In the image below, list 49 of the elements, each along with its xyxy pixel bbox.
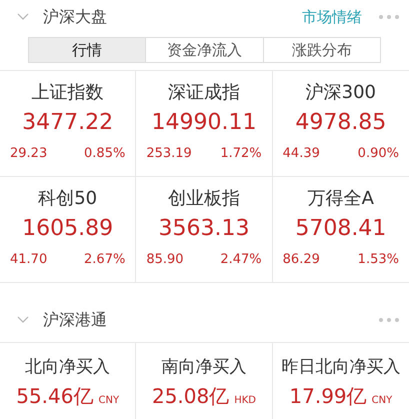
- currency-label: HKD: [234, 394, 256, 408]
- change-percent: 2.67%: [84, 251, 126, 269]
- chevron-icon[interactable]: [17, 316, 29, 324]
- index-name: 科创50: [38, 187, 98, 211]
- index-name: 创业板指: [168, 187, 240, 211]
- change-percent: 0.90%: [358, 145, 399, 163]
- index-card[interactable]: 沪深300 4978.85 44.39 0.90%: [272, 71, 409, 177]
- change-value: 86.29: [282, 251, 320, 269]
- more-icon[interactable]: [378, 14, 400, 20]
- flow-name: 昨日北向净买入: [281, 356, 400, 379]
- currency-label: CNY: [372, 394, 392, 408]
- more-icon[interactable]: [378, 316, 400, 322]
- index-value: 1605.89: [22, 215, 114, 243]
- flow-name: 南向净买入: [161, 356, 246, 379]
- change-value: 44.39: [282, 145, 320, 163]
- change-value: 253.19: [146, 145, 192, 163]
- index-value: 5708.41: [295, 215, 386, 243]
- currency-label: CNY: [98, 394, 120, 408]
- change-percent: 1.72%: [220, 145, 262, 163]
- index-card[interactable]: 深证成指 14990.11 253.19 1.72%: [136, 71, 273, 177]
- index-value: 3563.13: [158, 215, 250, 243]
- flow-card[interactable]: 昨日北向净买入 17.99亿 CNY: [272, 343, 409, 419]
- index-name: 沪深300: [306, 81, 376, 105]
- index-value: 3477.22: [22, 109, 114, 137]
- change-value: 85.90: [146, 251, 184, 269]
- flow-name: 北向净买入: [25, 356, 110, 379]
- index-card[interactable]: 科创50 1605.89 41.70 2.67%: [0, 177, 136, 283]
- flow-value: 25.08亿: [152, 383, 230, 410]
- chevron-icon[interactable]: [17, 13, 29, 21]
- index-name: 万得全A: [308, 187, 374, 211]
- change-percent: 0.85%: [84, 145, 126, 163]
- index-card[interactable]: 上证指数 3477.22 29.23 0.85%: [0, 71, 136, 177]
- change-value: 29.23: [10, 145, 48, 163]
- flow-value: 55.46亿: [16, 383, 94, 410]
- index-name: 上证指数: [32, 81, 104, 105]
- section-title: 沪深港通: [43, 308, 107, 330]
- tab[interactable]: 行情: [29, 38, 146, 62]
- index-value: 14990.11: [152, 109, 256, 137]
- index-card[interactable]: 万得全A 5708.41 86.29 1.53%: [272, 177, 409, 283]
- flow-card[interactable]: 北向净买入 55.46亿 CNY: [0, 343, 136, 419]
- section-title: 沪深大盘: [43, 6, 107, 28]
- change-percent: 2.47%: [220, 251, 262, 269]
- index-card[interactable]: 创业板指 3563.13 85.90 2.47%: [136, 177, 273, 283]
- index-value: 4978.85: [295, 109, 386, 137]
- change-percent: 1.53%: [358, 251, 399, 269]
- flow-value: 17.99亿: [289, 383, 367, 410]
- flow-card[interactable]: 南向净买入 25.08亿 HKD: [136, 343, 273, 419]
- change-value: 41.70: [10, 251, 48, 269]
- index-name: 深证成指: [168, 81, 240, 105]
